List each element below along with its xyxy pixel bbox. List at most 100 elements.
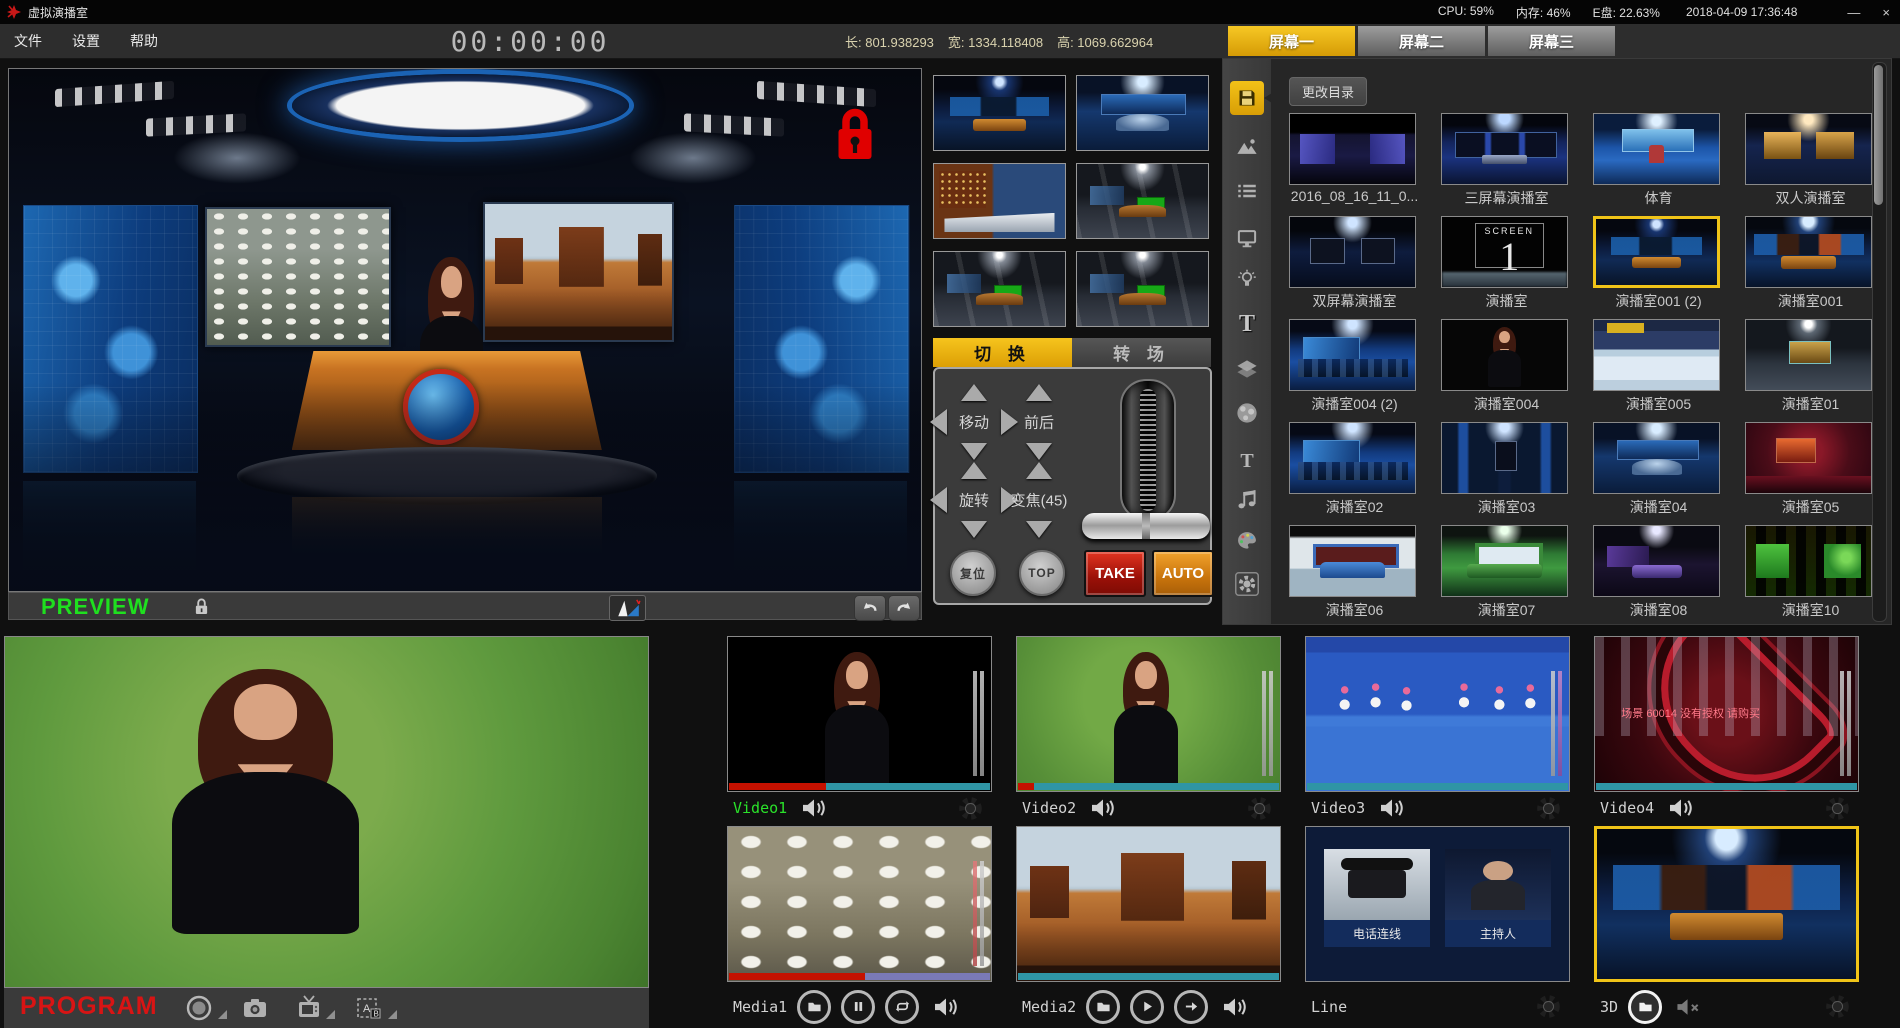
next-button[interactable]: [1174, 990, 1208, 1024]
library-item[interactable]: 演播室005: [1593, 319, 1724, 414]
change-directory-button[interactable]: 更改目录: [1289, 77, 1367, 106]
studio-thumbnail[interactable]: [1745, 216, 1872, 288]
reset-button[interactable]: 复位: [950, 550, 996, 596]
studio-thumbnail[interactable]: [1593, 113, 1720, 185]
source-settings-gear-icon[interactable]: [1535, 795, 1562, 822]
library-item[interactable]: 2016_08_16_11_0...: [1289, 113, 1420, 204]
library-item[interactable]: 体育: [1593, 113, 1724, 208]
studio-thumbnail[interactable]: [1441, 113, 1568, 185]
monitor-icon[interactable]: [1230, 221, 1264, 255]
menu-settings[interactable]: 设置: [72, 31, 100, 51]
t-bar-handle[interactable]: [1082, 513, 1210, 539]
library-item[interactable]: 演播室02: [1289, 422, 1420, 517]
library-item[interactable]: 演播室03: [1441, 422, 1572, 517]
speaker-icon[interactable]: [1379, 797, 1405, 819]
speaker-icon[interactable]: [1668, 797, 1694, 819]
record-button[interactable]: [186, 995, 212, 1021]
sphere-icon[interactable]: [1230, 396, 1264, 430]
studio-thumbnail[interactable]: [1745, 422, 1872, 494]
open-file-button[interactable]: [1086, 990, 1120, 1024]
snapshot-camera-button[interactable]: [242, 995, 268, 1021]
library-item-selected[interactable]: 演播室001 (2): [1593, 216, 1724, 311]
speaker-muted-icon[interactable]: [1676, 996, 1702, 1018]
studio-thumbnail[interactable]: [1441, 319, 1568, 391]
studio-thumbnail[interactable]: [1289, 422, 1416, 494]
loop-button[interactable]: [885, 990, 919, 1024]
studio-thumbnail[interactable]: [1289, 216, 1416, 288]
text-icon[interactable]: T: [1230, 307, 1264, 341]
camera-preset-4[interactable]: [1076, 163, 1209, 239]
zoom-out-arrow[interactable]: [1026, 521, 1052, 538]
3d-thumbnail-selected[interactable]: [1594, 826, 1859, 982]
palette-icon[interactable]: [1230, 524, 1264, 558]
top-button[interactable]: TOP: [1019, 550, 1065, 596]
open-file-button[interactable]: [797, 990, 831, 1024]
source-settings-gear-icon[interactable]: [957, 795, 984, 822]
camera-preset-1[interactable]: [933, 75, 1066, 151]
tv-output-button[interactable]: [296, 995, 322, 1021]
rotate-up-arrow[interactable]: [961, 462, 987, 479]
media2-thumbnail[interactable]: [1016, 826, 1281, 982]
menu-help[interactable]: 帮助: [130, 31, 158, 51]
studio-thumbnail[interactable]: [1441, 525, 1568, 597]
program-monitor[interactable]: PROGRAM A B: [4, 636, 649, 1028]
library-item[interactable]: 演播室08: [1593, 525, 1724, 620]
rotate-down-arrow[interactable]: [961, 521, 987, 538]
undo-button[interactable]: [854, 595, 886, 621]
library-item[interactable]: 演播室04: [1593, 422, 1724, 517]
speaker-icon[interactable]: [933, 996, 959, 1018]
keying-options-dropdown[interactable]: [388, 1010, 397, 1019]
tab-screen-3[interactable]: 屏幕三: [1488, 26, 1615, 56]
library-item[interactable]: 演播室05: [1745, 422, 1876, 517]
studio-thumbnail[interactable]: SCREEN1: [1441, 216, 1568, 288]
move-down-arrow[interactable]: [961, 443, 987, 460]
lock-icon[interactable]: [194, 597, 209, 616]
library-item[interactable]: 演播室01: [1745, 319, 1876, 414]
light-bulb-icon[interactable]: [1230, 262, 1264, 296]
studio-thumbnail[interactable]: [1745, 525, 1872, 597]
library-item[interactable]: 演播室004: [1441, 319, 1572, 414]
tab-screen-1[interactable]: 屏幕一: [1228, 26, 1355, 56]
save-icon[interactable]: [1230, 81, 1264, 115]
source-settings-gear-icon[interactable]: [1824, 795, 1851, 822]
studio-thumbnail[interactable]: [1289, 113, 1416, 185]
pause-button[interactable]: [841, 990, 875, 1024]
record-options-dropdown[interactable]: [218, 1010, 227, 1019]
video1-thumbnail[interactable]: [727, 636, 992, 792]
program-scene[interactable]: [4, 636, 649, 988]
library-item[interactable]: SCREEN1 演播室: [1441, 216, 1572, 311]
source-settings-gear-icon[interactable]: [1246, 795, 1273, 822]
video2-thumbnail[interactable]: [1016, 636, 1281, 792]
close-button[interactable]: ×: [1882, 5, 1890, 20]
tv-options-dropdown[interactable]: [326, 1010, 335, 1019]
studio-thumbnail[interactable]: [1745, 113, 1872, 185]
library-item[interactable]: 演播室06: [1289, 525, 1420, 620]
studio-thumbnail[interactable]: [1593, 422, 1720, 494]
scene-locked-icon[interactable]: [834, 106, 876, 164]
tab-screen-2[interactable]: 屏幕二: [1358, 26, 1485, 56]
minimize-button[interactable]: —: [1847, 5, 1860, 20]
studio-thumbnail[interactable]: [1593, 216, 1720, 288]
depth-back-arrow[interactable]: [1026, 443, 1052, 460]
media1-thumbnail[interactable]: [727, 826, 992, 982]
preview-scene[interactable]: [8, 68, 922, 592]
studio-thumbnail[interactable]: [1289, 319, 1416, 391]
chroma-key-button[interactable]: [609, 595, 646, 621]
library-item[interactable]: 演播室10: [1745, 525, 1876, 620]
studio-thumbnail[interactable]: [1289, 525, 1416, 597]
t-bar-track[interactable]: [1120, 379, 1176, 521]
image-icon[interactable]: [1230, 130, 1264, 164]
video3-thumbnail[interactable]: [1305, 636, 1570, 792]
tab-switch[interactable]: 切 换: [933, 338, 1072, 367]
library-item[interactable]: 三屏幕演播室: [1441, 113, 1572, 208]
layers-icon[interactable]: [1230, 353, 1264, 387]
video4-thumbnail[interactable]: 场景 60014 没有授权 请购买: [1594, 636, 1859, 792]
camera-preset-6[interactable]: [1076, 251, 1209, 327]
music-icon[interactable]: [1230, 482, 1264, 516]
zoom-in-arrow[interactable]: [1026, 462, 1052, 479]
preview-monitor[interactable]: PREVIEW: [8, 68, 922, 620]
title-text-icon[interactable]: T: [1230, 444, 1264, 478]
menu-file[interactable]: 文件: [14, 31, 42, 51]
camera-preset-3[interactable]: [933, 163, 1066, 239]
list-icon[interactable]: [1230, 174, 1264, 208]
